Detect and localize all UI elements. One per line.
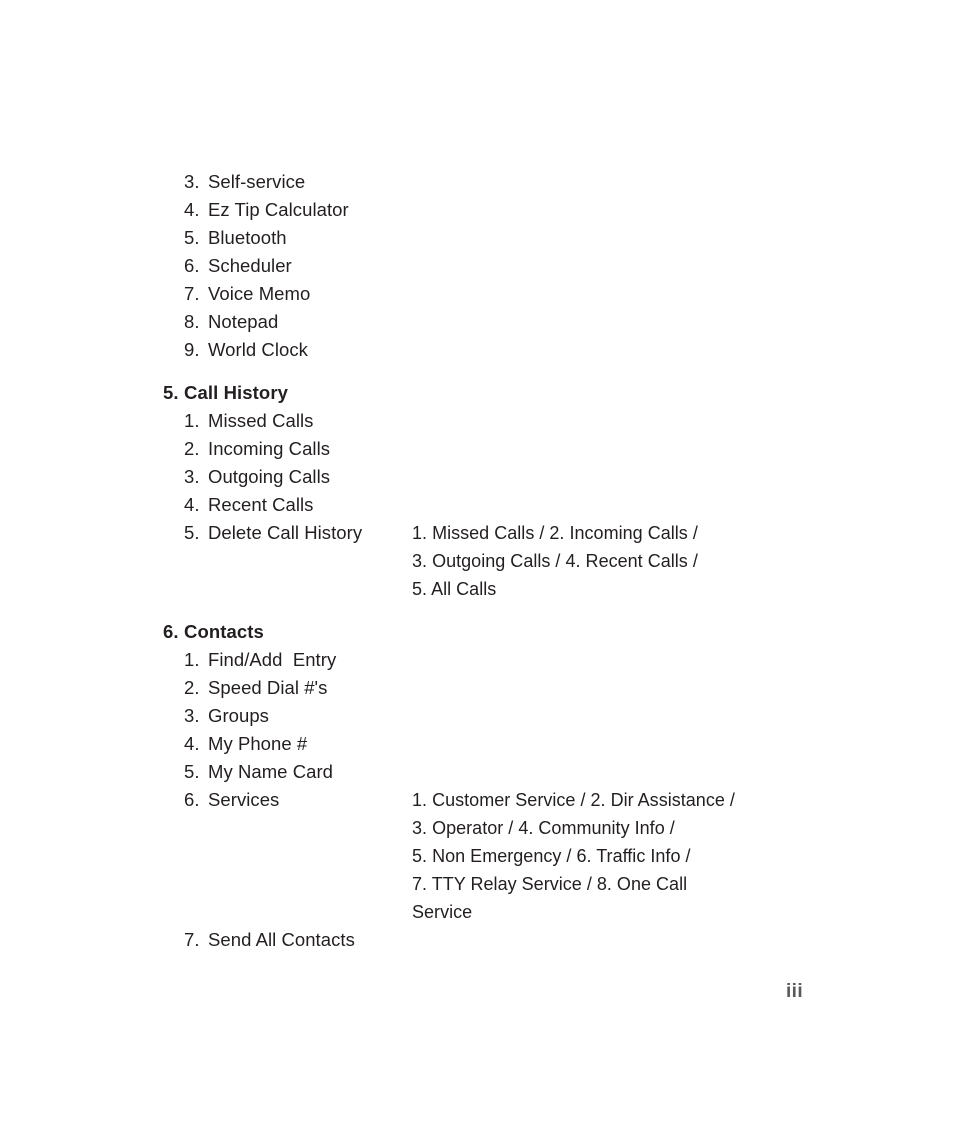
page-number: iii <box>786 981 804 1002</box>
toc-entry: 4. My Phone # <box>163 730 863 758</box>
toc-section-title: Contacts <box>184 621 264 642</box>
document-page: 3. Self-service 4. Ez Tip Calculator 5. Bluet… <box>0 0 954 1145</box>
toc-entry: 3. Outgoing Calls <box>163 463 863 491</box>
toc-entry-number: 5. <box>184 761 200 782</box>
toc-section-number: 6. <box>163 621 179 642</box>
toc-entry-primary: 5. Delete Call History <box>163 519 412 547</box>
toc-entry-number: 2. <box>184 438 200 459</box>
toc-entry-number: 5. <box>184 227 200 248</box>
toc-entry-number: 3. <box>184 705 200 726</box>
toc-entry-detail: 1. Customer Service / 2. Dir Assistance … <box>412 790 735 922</box>
toc-entry: 9. World Clock <box>163 336 863 364</box>
toc-entry: 1. Missed Calls <box>163 407 863 435</box>
toc-entry-primary: 4. Ez Tip Calculator <box>163 196 412 224</box>
toc-entry-label: Send All Contacts <box>208 929 355 950</box>
toc-entry-number: 7. <box>184 283 200 304</box>
toc-entry-label: Self-service <box>208 171 306 192</box>
toc-entry-primary: 6. Scheduler <box>163 252 412 280</box>
toc-entry-number: 2. <box>184 677 200 698</box>
toc-entry-number: 8. <box>184 311 200 332</box>
toc-entry-label: Ez Tip Calculator <box>208 199 349 220</box>
toc-entry-number: 1. <box>184 410 200 431</box>
toc-entry: 4. Ez Tip Calculator <box>163 196 863 224</box>
toc-entry-primary: 3. Outgoing Calls <box>163 463 412 491</box>
toc-entry-number: 3. <box>184 466 200 487</box>
toc-entry-number: 4. <box>184 494 200 515</box>
toc-entry-label: Bluetooth <box>208 227 287 248</box>
toc-entry: 4. Recent Calls <box>163 491 863 519</box>
toc-entry: 6. Scheduler <box>163 252 863 280</box>
toc-section-header: 6. Contacts <box>163 618 863 646</box>
toc-entry-label: Groups <box>208 705 269 726</box>
toc-entry-label: Services <box>208 789 280 810</box>
toc-entry: 6. Services 1. Customer Service / 2. Dir A… <box>163 786 863 926</box>
toc-entry: 1. Find/Add Entry <box>163 646 863 674</box>
toc-entry: 7. Voice Memo <box>163 280 863 308</box>
toc-entry-primary: 3. Groups <box>163 702 412 730</box>
toc-entry-number: 7. <box>184 929 200 950</box>
toc-entry-primary: 6. Services <box>163 786 412 814</box>
toc-entry-number: 1. <box>184 649 200 670</box>
toc-section-title: Call History <box>184 382 289 403</box>
toc-entry: 5. My Name Card <box>163 758 863 786</box>
toc-entry-primary: 4. My Phone # <box>163 730 412 758</box>
toc-entry-primary: 3. Self-service <box>163 168 412 196</box>
toc-entry: 5. Delete Call History 1. Missed Calls / 2… <box>163 519 863 603</box>
toc-entry-primary: 1. Missed Calls <box>163 407 412 435</box>
toc-entry-primary: 2. Speed Dial #'s <box>163 674 412 702</box>
toc-entry-label: Missed Calls <box>208 410 314 431</box>
toc-entry-number: 4. <box>184 199 200 220</box>
toc-entry-label: Notepad <box>208 311 279 332</box>
toc-entry-primary: 8. Notepad <box>163 308 412 336</box>
toc-entry: 7. Send All Contacts <box>163 926 863 954</box>
toc-entry-primary: 4. Recent Calls <box>163 491 412 519</box>
toc-entry-label: World Clock <box>208 339 308 360</box>
toc-entry-number: 6. <box>184 789 200 810</box>
toc-entry: 5. Bluetooth <box>163 224 863 252</box>
toc-entry-label: Speed Dial #'s <box>208 677 328 698</box>
toc-entry-number: 5. <box>184 522 200 543</box>
toc-entry-label: Scheduler <box>208 255 292 276</box>
toc-entry: 3. Groups <box>163 702 863 730</box>
toc-entry-label: Delete Call History <box>208 522 363 543</box>
toc-entry-label: Outgoing Calls <box>208 466 331 487</box>
toc-entry-label: My Name Card <box>208 761 333 782</box>
toc-entry-label: Voice Memo <box>208 283 311 304</box>
toc-entry-primary: 1. Find/Add Entry <box>163 646 412 674</box>
toc-entry-primary: 7. Send All Contacts <box>163 926 412 954</box>
toc-entry: 2. Speed Dial #'s <box>163 674 863 702</box>
toc-entry-label: Recent Calls <box>208 494 314 515</box>
toc-entry: 3. Self-service <box>163 168 863 196</box>
toc-entry-number: 3. <box>184 171 200 192</box>
toc-entry: 8. Notepad <box>163 308 863 336</box>
toc-entry-label: Find/Add Entry <box>208 649 337 670</box>
toc-section-number: 5. <box>163 382 179 403</box>
toc-entry-primary: 9. World Clock <box>163 336 412 364</box>
toc-entry-primary: 5. Bluetooth <box>163 224 412 252</box>
toc-entry-primary: 2. Incoming Calls <box>163 435 412 463</box>
toc-entry-primary: 5. My Name Card <box>163 758 412 786</box>
toc-entry-primary: 7. Voice Memo <box>163 280 412 308</box>
toc-entry-number: 6. <box>184 255 200 276</box>
toc-entry-number: 9. <box>184 339 200 360</box>
toc-entry: 2. Incoming Calls <box>163 435 863 463</box>
toc-entry-detail: 1. Missed Calls / 2. Incoming Calls / 3.… <box>412 523 698 599</box>
toc-entry-label: My Phone # <box>208 733 308 754</box>
toc-entry-number: 4. <box>184 733 200 754</box>
table-of-contents: 3. Self-service 4. Ez Tip Calculator 5. Bluet… <box>163 168 863 954</box>
toc-section-header: 5. Call History <box>163 379 863 407</box>
toc-entry-label: Incoming Calls <box>208 438 331 459</box>
